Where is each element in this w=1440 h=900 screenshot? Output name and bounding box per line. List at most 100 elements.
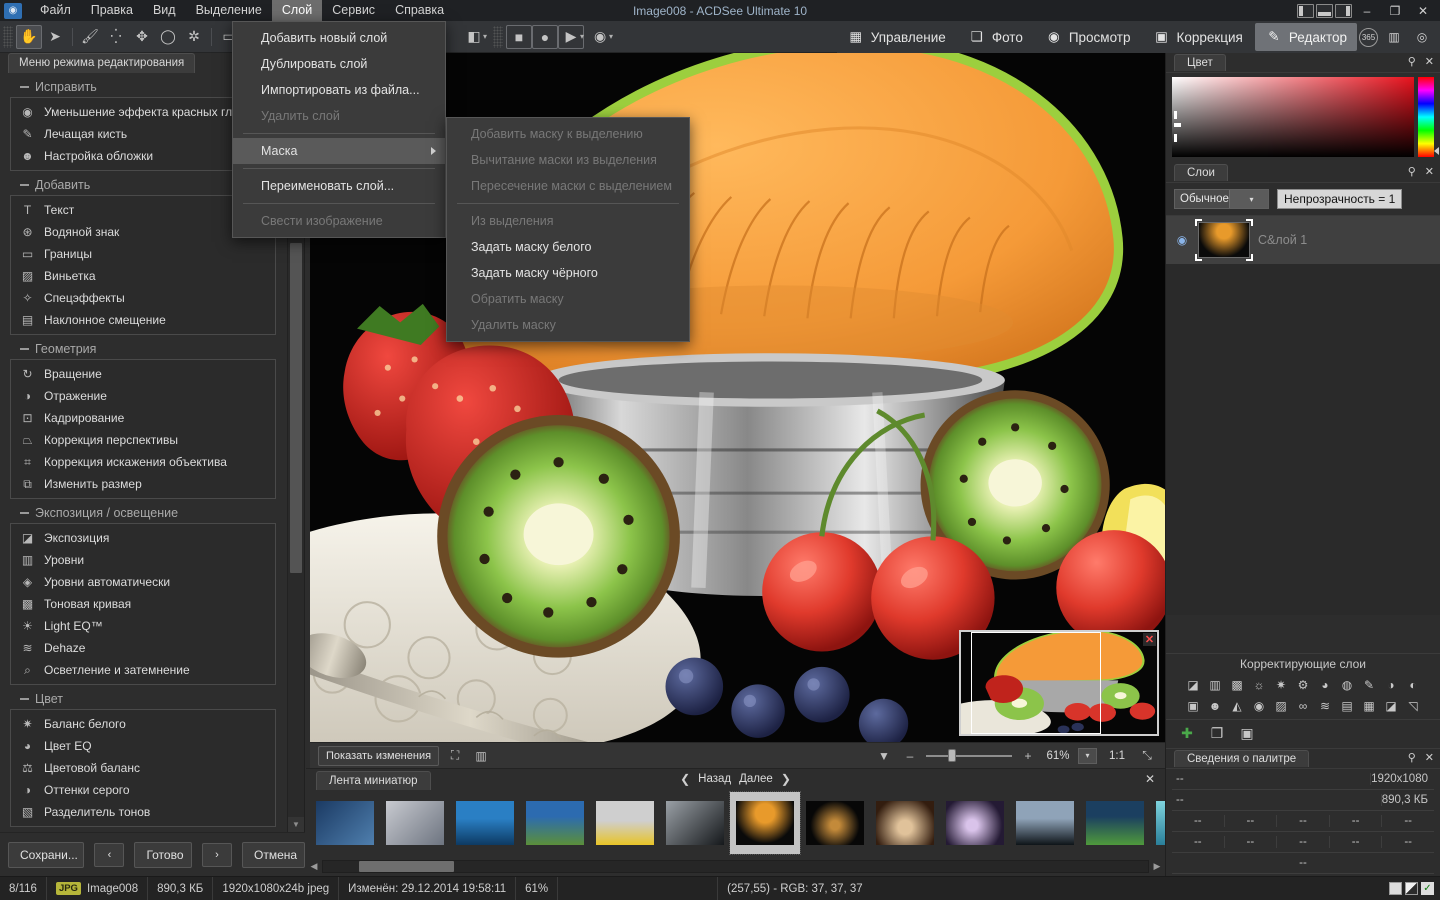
free-transform-icon[interactable]: ✥ [129, 25, 155, 49]
vignette-icon[interactable]: ▦ [1359, 696, 1379, 715]
group-color-header[interactable]: Цвет [10, 690, 276, 709]
navigator-close-icon[interactable]: ✕ [1143, 633, 1156, 646]
filmstrip-scroll-track[interactable] [322, 859, 1149, 873]
white-swatch-icon[interactable] [1389, 882, 1402, 895]
menu-edit[interactable]: Правка [81, 0, 143, 21]
contrast-icon[interactable]: ◐ [1403, 675, 1423, 694]
lasso-icon[interactable]: ◯ [155, 25, 181, 49]
playcircle-dropdown-caret-icon[interactable]: ▾ [609, 32, 613, 41]
zoom-dropdown-icon[interactable]: ▼ [874, 747, 894, 765]
submenu-set-black-mask[interactable]: Задать маску чёрного [447, 260, 689, 286]
tab-photo[interactable]: ❏ Фото [958, 23, 1033, 51]
save-button[interactable]: Сохрани... [8, 841, 85, 868]
thumbnail-item[interactable] [1150, 792, 1165, 854]
tool-borders[interactable]: ▭ Границы [11, 243, 275, 265]
tool-flip[interactable]: ◑ Отражение [11, 385, 275, 407]
tool-grayscale[interactable]: ◑ Оттенки серого [11, 779, 275, 801]
filmstrip-scroll-left-icon[interactable]: ◀ [306, 859, 322, 873]
layout-left-icon[interactable] [1297, 3, 1314, 18]
zoom-in-icon[interactable]: + [1018, 747, 1038, 765]
dehaze-icon[interactable]: ≋ [1315, 696, 1335, 715]
tool-color-eq[interactable]: ◕ Цвет EQ [11, 735, 275, 757]
tone-curve-icon[interactable]: ▩ [1227, 675, 1247, 694]
clarity-icon[interactable]: ◭ [1227, 696, 1247, 715]
done-button[interactable]: Готово [134, 841, 192, 868]
menu-add-new-layer[interactable]: Добавить новый слой [233, 25, 445, 51]
fill-dropdown-caret-icon[interactable]: ▾ [483, 32, 487, 41]
tool-tilt-shift[interactable]: ▤ Наклонное смещение [11, 309, 275, 331]
fullscreen-icon[interactable]: ⛶ [445, 747, 465, 765]
layer-row[interactable]: ◉ С&лой 1 [1166, 216, 1440, 264]
stop-square-icon[interactable]: ■ [506, 24, 533, 49]
color-pane-tab[interactable]: Цвет [1174, 54, 1226, 71]
blend-mode-select[interactable]: Обычное ▾ [1174, 189, 1269, 209]
minimize-button[interactable]: – [1354, 0, 1380, 21]
magic-wand-icon[interactable]: ✲ [181, 25, 207, 49]
layout-right-icon[interactable] [1335, 3, 1352, 18]
layer-name[interactable]: С&лой 1 [1258, 233, 1307, 247]
palette-info-tab[interactable]: Сведения о палитре [1174, 750, 1310, 767]
show-changes-button[interactable]: Показать изменения [318, 745, 440, 766]
thumbnail-item-selected[interactable] [729, 791, 801, 855]
tool-color-balance[interactable]: ⚖ Цветовой баланс [11, 757, 275, 779]
exposure-icon[interactable]: ◪ [1183, 675, 1203, 694]
filmstrip-next-icon[interactable]: ❯ [781, 772, 791, 786]
filmstrip-next-label[interactable]: Далее [739, 773, 773, 785]
restore-button[interactable]: ❐ [1382, 0, 1408, 21]
tool-resize[interactable]: ⧉ Изменить размер [11, 473, 275, 495]
menu-import-from-file[interactable]: Импортировать из файла... [233, 77, 445, 103]
tool-perspective[interactable]: ⏢ Коррекция перспективы [11, 429, 275, 451]
menu-mask[interactable]: Маска [233, 138, 445, 164]
edit-mode-menu-tab[interactable]: Меню режима редактирования [8, 53, 196, 73]
scroll-down-icon[interactable]: ▼ [288, 817, 304, 832]
photo-effect-icon[interactable]: ▣ [1183, 696, 1203, 715]
layout-bottom-icon[interactable] [1316, 3, 1333, 18]
zoom-ratio-label[interactable]: 1:1 [1103, 750, 1131, 762]
tool-vignette[interactable]: ▨ Виньетка [11, 265, 275, 287]
tool-special-effects[interactable]: ✧ Спецэффекты [11, 287, 275, 309]
menu-tools[interactable]: Сервис [322, 0, 385, 21]
group-exposure-header[interactable]: Экспозиция / освещение [10, 504, 276, 523]
histogram-icon[interactable]: ▥ [471, 747, 491, 765]
light-eq-icon[interactable]: ☼ [1249, 675, 1269, 694]
filmstrip-scroll-thumb[interactable] [359, 860, 454, 872]
filmstrip-scroll-right-icon[interactable]: ▶ [1149, 859, 1165, 873]
chevron-down-icon[interactable]: ▾ [1228, 190, 1268, 208]
color-picker[interactable] [1172, 77, 1439, 157]
menu-help[interactable]: Справка [385, 0, 454, 21]
menu-duplicate-layer[interactable]: Дублировать слой [233, 51, 445, 77]
tool-levels[interactable]: ▥ Уровни [11, 549, 275, 571]
close-button[interactable]: ✕ [1410, 0, 1436, 21]
toolbar-grip-2-icon[interactable] [493, 25, 504, 48]
duplicate-layer-icon[interactable]: ❐ [1206, 724, 1228, 742]
zoom-out-icon[interactable]: – [900, 747, 920, 765]
zoom-preset-dropdown[interactable]: ▾ [1078, 747, 1097, 764]
tool-exposure[interactable]: ◪ Экспозиция [11, 527, 275, 549]
noise-icon[interactable]: ▨ [1271, 696, 1291, 715]
next-image-button[interactable]: › [202, 842, 232, 867]
close-icon[interactable]: ✕ [1425, 165, 1434, 178]
thumbnail-item[interactable] [940, 792, 1010, 854]
menu-view[interactable]: Вид [143, 0, 186, 21]
thumbnail-item[interactable] [870, 792, 940, 854]
group-geometry-header[interactable]: Геометрия [10, 340, 276, 359]
zoom-slider[interactable] [926, 749, 1012, 763]
thumbnail-item[interactable] [310, 792, 380, 854]
thumbnail-item[interactable] [800, 792, 870, 854]
saturation-value-field[interactable] [1172, 77, 1414, 157]
tool-dehaze[interactable]: ≋ Dehaze [11, 637, 275, 659]
levels-icon[interactable]: ▥ [1205, 675, 1225, 694]
navigator-viewport-rect[interactable] [971, 632, 1101, 734]
cancel-button[interactable]: Отмена [242, 841, 305, 868]
menu-selection[interactable]: Выделение [186, 0, 272, 21]
tool-lens-distortion[interactable]: ⌗ Коррекция искажения объектива [11, 451, 275, 473]
tool-tone-curve[interactable]: ▩ Тоновая кривая [11, 593, 275, 615]
scroll-thumb[interactable] [290, 243, 302, 573]
acdsee-365-icon[interactable]: 365 [1359, 27, 1378, 47]
tab-view[interactable]: ◉ Просмотр [1035, 23, 1141, 51]
histogram-icon[interactable]: ▥ [1382, 25, 1406, 49]
tool-dodge-burn[interactable]: ⌕ Осветление и затемнение [11, 659, 275, 681]
tab-develop[interactable]: ▣ Коррекция [1142, 23, 1252, 51]
prev-image-button[interactable]: ‹ [94, 842, 125, 867]
thumbnail-item[interactable] [590, 792, 660, 854]
